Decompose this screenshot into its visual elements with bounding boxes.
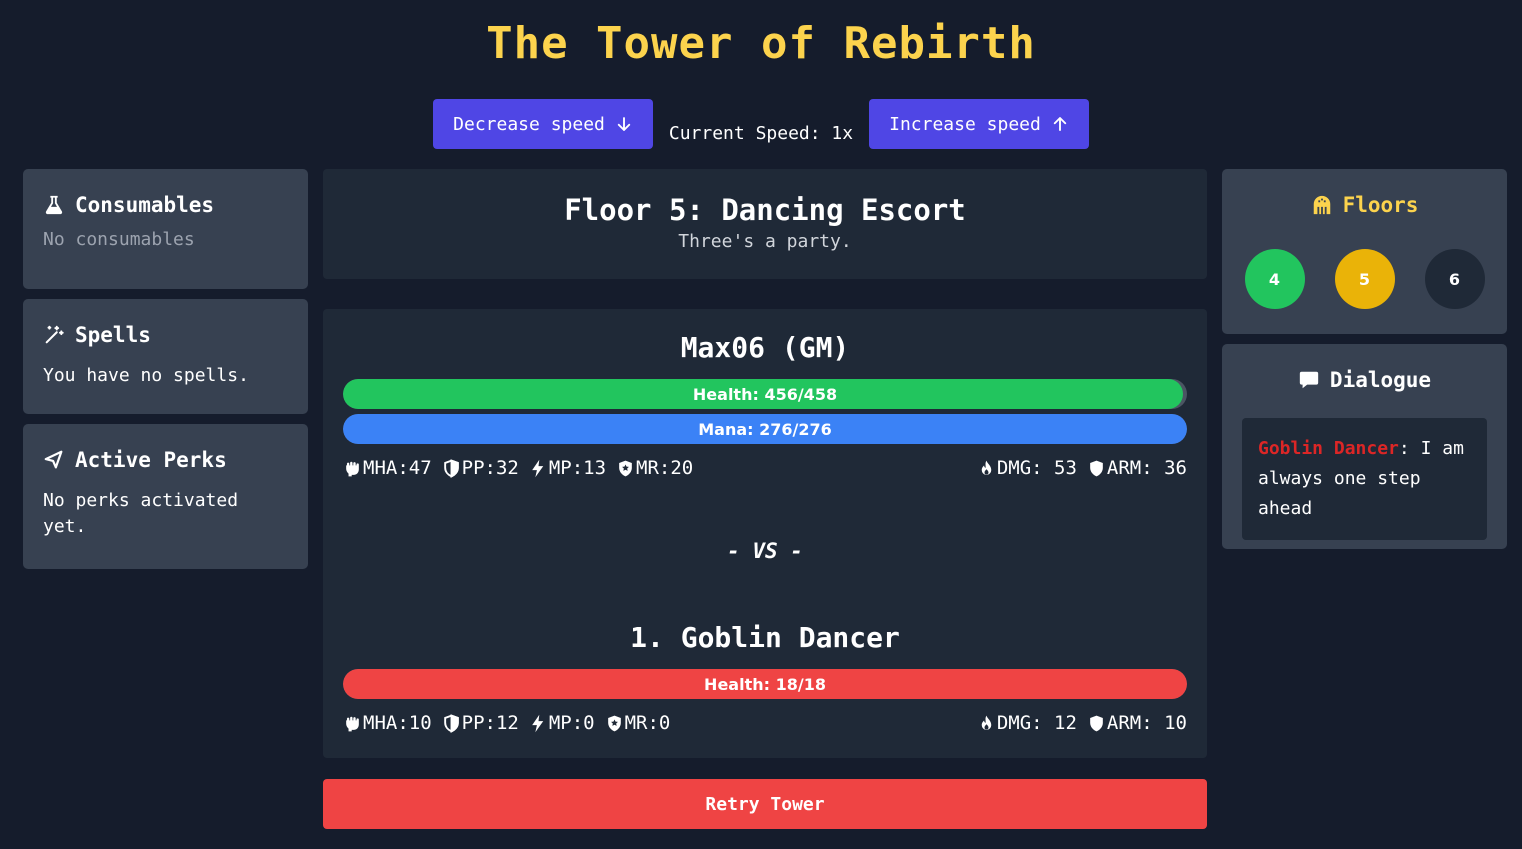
dialogue-speaker: Goblin Dancer	[1258, 438, 1399, 459]
player-stats: MHA:47 PP:32 MP:13 MR:20 DMG: 53 ARM: 36	[343, 457, 1187, 479]
consumables-panel: Consumables No consumables	[23, 169, 308, 289]
floor-5-button[interactable]: 5	[1334, 249, 1395, 309]
battle-card: Max06 (GM) Health: 456/458 Mana: 276/276…	[323, 309, 1207, 758]
active-perks-header: Active Perks	[43, 448, 288, 472]
arrow-down-icon	[617, 117, 631, 131]
fire-icon	[981, 460, 992, 475]
enemy-health-label: Health: 18/18	[704, 674, 826, 694]
floor-subtitle: Three's a party.	[678, 231, 852, 252]
player-stats-right: DMG: 53 ARM: 36	[977, 457, 1187, 479]
dialogue-header: Dialogue	[1222, 368, 1507, 392]
enemy-stat-arm-text: ARM: 10	[1106, 712, 1187, 734]
speech-bubble-icon	[1299, 371, 1319, 389]
player-health-label: Health: 456/458	[692, 384, 838, 404]
spells-empty-text: You have no spells.	[43, 365, 249, 386]
current-speed-text: Current Speed: 1x	[668, 123, 854, 144]
enemy-name: 1. Goblin Dancer	[630, 621, 900, 654]
enemy-stats: MHA:10 PP:12 MP:0 MR:0 DMG: 12 ARM: 10	[343, 712, 1187, 734]
decrease-speed-button[interactable]: Decrease speed	[433, 99, 653, 149]
increase-speed-button[interactable]: Increase speed	[869, 99, 1089, 149]
enemy-stat-pp: PP:12	[442, 712, 519, 734]
shield-icon	[1090, 460, 1103, 476]
enemy-stat-pp-text: PP:12	[461, 712, 519, 734]
floor-list: 4 5 6	[1222, 249, 1507, 309]
increase-speed-label: Increase speed	[889, 113, 1041, 135]
enemy-stat-arm: ARM: 10	[1087, 712, 1187, 734]
half-shield-icon	[443, 713, 459, 733]
retry-tower-button[interactable]: Retry Tower	[323, 779, 1207, 829]
player-stat-pp-text: PP:32	[461, 457, 519, 479]
floor-title: Floor 5: Dancing Escort	[564, 193, 966, 227]
flask-icon	[45, 195, 63, 215]
lightning-icon	[532, 459, 544, 477]
player-stat-dmg: DMG: 53	[977, 457, 1077, 479]
magic-shield-icon	[607, 715, 621, 731]
lightning-icon	[532, 714, 544, 732]
player-health-bar: Health: 456/458	[343, 379, 1187, 409]
active-perks-panel: Active Perks No perks activated yet.	[23, 424, 308, 569]
enemy-health-bar: Health: 18/18	[343, 669, 1187, 699]
enemy-stat-mha: MHA:10	[343, 712, 432, 734]
player-stat-arm: ARM: 36	[1087, 457, 1187, 479]
magic-shield-icon	[619, 460, 632, 476]
enemy-stats-left: MHA:10 PP:12 MP:0 MR:0	[343, 712, 670, 734]
player-stat-mha: MHA:47	[343, 457, 432, 479]
enemy-stat-dmg-text: DMG: 12	[996, 712, 1077, 734]
floor-info-card: Floor 5: Dancing Escort Three's a party.	[323, 169, 1207, 279]
player-stat-mr: MR:20	[616, 457, 693, 479]
consumables-title: Consumables	[75, 193, 215, 217]
shield-icon	[1090, 715, 1103, 731]
page-title: The Tower of Rebirth	[486, 18, 1036, 69]
player-stat-mp: MP:13	[529, 457, 606, 479]
tower-gate-icon	[1313, 195, 1330, 215]
dialogue-separator: :	[1398, 438, 1410, 459]
fist-icon	[346, 716, 359, 731]
enemy-stat-mp-text: MP:0	[548, 712, 595, 734]
floor-4-button[interactable]: 4	[1244, 249, 1305, 309]
active-perks-title: Active Perks	[75, 448, 227, 472]
enemy-stat-mp: MP:0	[529, 712, 595, 734]
player-mana-bar: Mana: 276/276	[343, 414, 1187, 444]
player-stat-mp-text: MP:13	[548, 457, 607, 479]
spells-header: Spells	[43, 323, 288, 347]
floors-panel: Floors 4 5 6	[1222, 169, 1507, 334]
versus-text: - VS -	[727, 539, 803, 563]
floors-header: Floors	[1222, 193, 1507, 217]
player-stat-pp: PP:32	[442, 457, 519, 479]
app-root: The Tower of Rebirth Decrease speed Curr…	[0, 0, 1522, 849]
fire-icon	[981, 715, 992, 730]
player-mana-label: Mana: 276/276	[698, 419, 832, 439]
player-stat-dmg-text: DMG: 53	[996, 457, 1077, 479]
speed-controls: Decrease speed Current Speed: 1x Increas…	[0, 99, 1522, 149]
magic-wand-icon	[45, 325, 64, 344]
enemy-stats-right: DMG: 12 ARM: 10	[977, 712, 1187, 734]
dialogue-message-box: Goblin Dancer: I am always one step ahea…	[1242, 418, 1487, 540]
flag-icon	[44, 450, 63, 469]
player-stat-arm-text: ARM: 36	[1106, 457, 1187, 479]
consumables-empty-text: No consumables	[43, 229, 195, 250]
enemy-stat-mha-text: MHA:10	[363, 712, 432, 734]
floors-title: Floors	[1342, 193, 1419, 217]
floor-6-button[interactable]: 6	[1424, 249, 1485, 309]
consumables-header: Consumables	[43, 193, 288, 217]
decrease-speed-label: Decrease speed	[453, 113, 605, 135]
player-stat-mha-text: MHA:47	[363, 457, 432, 479]
half-shield-icon	[443, 458, 459, 478]
player-stats-left: MHA:47 PP:32 MP:13 MR:20	[343, 457, 693, 479]
player-stat-mr-text: MR:20	[636, 457, 694, 479]
arrow-up-icon	[1053, 117, 1067, 131]
dialogue-panel: Dialogue Goblin Dancer: I am always one …	[1222, 344, 1507, 549]
active-perks-empty-text: No perks activated yet.	[43, 490, 239, 537]
enemy-stat-dmg: DMG: 12	[977, 712, 1077, 734]
enemy-stat-mr: MR:0	[605, 712, 671, 734]
spells-title: Spells	[75, 323, 151, 347]
enemy-stat-mr-text: MR:0	[624, 712, 671, 734]
spells-panel: Spells You have no spells.	[23, 299, 308, 414]
fist-icon	[346, 461, 359, 476]
player-name: Max06 (GM)	[680, 331, 850, 364]
dialogue-title: Dialogue	[1329, 368, 1432, 392]
